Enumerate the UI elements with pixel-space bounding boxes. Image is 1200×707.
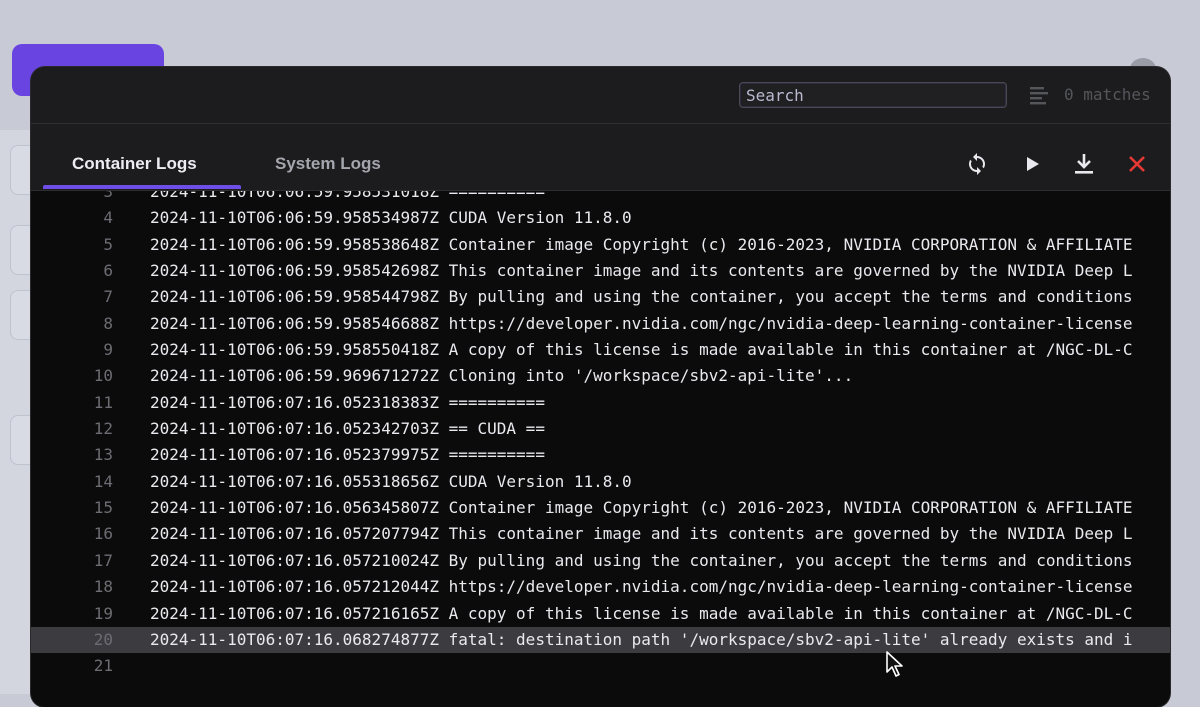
line-number: 4	[103, 208, 113, 228]
line-number: 6	[103, 261, 113, 281]
log-row[interactable]: 15 2024-11-10T06:07:16.056345807Z Contain…	[31, 495, 1170, 521]
log-line-text: 2024-11-10T06:06:59.958542698Z This cont…	[150, 261, 1133, 281]
close-button[interactable]	[1124, 151, 1150, 177]
background-sidebar	[0, 130, 30, 694]
line-number: 7	[103, 287, 113, 307]
logs-modal: 0 matches Container Logs System Logs	[31, 67, 1170, 707]
close-icon	[1129, 156, 1145, 172]
log-row[interactable]: 19 2024-11-10T06:07:16.057216165Z A copy …	[31, 601, 1170, 627]
log-row[interactable]: 16 2024-11-10T06:07:16.057207794Z This co…	[31, 521, 1170, 547]
log-row[interactable]: 9 2024-11-10T06:06:59.958550418Z A copy o…	[31, 337, 1170, 363]
log-row[interactable]: 10 2024-11-10T06:06:59.969671272Z Cloning…	[31, 363, 1170, 389]
log-line-text: 2024-11-10T06:06:59.958531018Z =========…	[150, 191, 545, 201]
download-button[interactable]	[1071, 151, 1097, 177]
log-line-text: 2024-11-10T06:07:16.057210024Z By pullin…	[150, 550, 1133, 570]
line-number: 3	[103, 191, 113, 201]
log-line-text: 2024-11-10T06:07:16.052318383Z =========…	[150, 392, 545, 412]
log-line-text: 2024-11-10T06:07:16.055318656Z CUDA Vers…	[150, 471, 632, 491]
refresh-icon	[969, 153, 985, 175]
tab-system-logs[interactable]: System Logs	[275, 154, 381, 174]
log-row[interactable]: 7 2024-11-10T06:06:59.958544798Z By pulli…	[31, 284, 1170, 310]
log-viewer[interactable]: 3 2024-11-10T06:06:59.958531018Z ========…	[31, 191, 1170, 707]
lines-icon	[1030, 87, 1048, 105]
tab-container-logs[interactable]: Container Logs	[72, 154, 197, 174]
line-number: 13	[93, 445, 113, 465]
log-row[interactable]: 14 2024-11-10T06:07:16.055318656Z CUDA Ve…	[31, 469, 1170, 495]
log-list: 3 2024-11-10T06:06:59.958531018Z ========…	[31, 191, 1170, 680]
line-number: 16	[93, 524, 113, 544]
line-number: 8	[103, 313, 113, 333]
log-row[interactable]: 11 2024-11-10T06:07:16.052318383Z =======…	[31, 390, 1170, 416]
log-row[interactable]: 6 2024-11-10T06:06:59.958542698Z This con…	[31, 258, 1170, 284]
log-line-text: 2024-11-10T06:07:16.056345807Z Container…	[150, 498, 1133, 518]
line-number: 5	[103, 234, 113, 254]
refresh-button[interactable]	[964, 151, 990, 177]
log-line-text: 2024-11-10T06:06:59.958538648Z Container…	[150, 234, 1133, 254]
line-number: 15	[93, 498, 113, 518]
play-icon	[1027, 157, 1039, 171]
active-tab-indicator	[43, 185, 241, 189]
log-line-text: 2024-11-10T06:06:59.969671272Z Cloning i…	[150, 366, 854, 386]
log-line-text: 2024-11-10T06:07:16.052342703Z == CUDA =…	[150, 419, 545, 439]
line-number: 14	[93, 471, 113, 491]
line-number: 11	[93, 392, 113, 412]
line-number: 10	[93, 366, 113, 386]
match-count: 0 matches	[1064, 85, 1151, 104]
log-line-text: 2024-11-10T06:07:16.068274877Z fatal: de…	[150, 629, 1133, 649]
log-row[interactable]: 17 2024-11-10T06:07:16.057210024Z By pull…	[31, 548, 1170, 574]
log-row[interactable]: 18 2024-11-10T06:07:16.057212044Z https:/…	[31, 574, 1170, 600]
log-line-text: 2024-11-10T06:06:59.958550418Z A copy of…	[150, 340, 1133, 360]
log-line-text: 2024-11-10T06:06:59.958546688Z https://d…	[150, 313, 1133, 333]
line-number: 18	[93, 577, 113, 597]
log-line-text: 2024-11-10T06:07:16.057212044Z https://d…	[150, 577, 1133, 597]
download-icon	[1075, 154, 1093, 174]
log-line-text: 2024-11-10T06:06:59.958534987Z CUDA Vers…	[150, 208, 632, 228]
line-number: 12	[93, 419, 113, 439]
line-number: 17	[93, 550, 113, 570]
log-row[interactable]: 20 2024-11-10T06:07:16.068274877Z fatal: …	[31, 626, 1170, 654]
log-row[interactable]: 4 2024-11-10T06:06:59.958534987Z CUDA Ver…	[31, 205, 1170, 231]
log-line-text: 2024-11-10T06:07:16.057207794Z This cont…	[150, 524, 1133, 544]
log-line-text: 2024-11-10T06:06:59.958544798Z By pullin…	[150, 287, 1133, 307]
log-row[interactable]: 21	[31, 653, 1170, 679]
log-row[interactable]: 3 2024-11-10T06:06:59.958531018Z ========…	[31, 191, 1170, 205]
search-bar: 0 matches	[31, 67, 1170, 124]
log-row[interactable]: 12 2024-11-10T06:07:16.052342703Z == CUDA…	[31, 416, 1170, 442]
tab-bar: Container Logs System Logs	[31, 124, 1170, 191]
log-row[interactable]: 13 2024-11-10T06:07:16.052379975Z =======…	[31, 442, 1170, 468]
line-number: 19	[93, 603, 113, 623]
log-line-text: 2024-11-10T06:07:16.052379975Z =========…	[150, 445, 545, 465]
line-number: 9	[103, 340, 113, 360]
line-number: 20	[93, 629, 113, 649]
log-row[interactable]: 8 2024-11-10T06:06:59.958546688Z https://…	[31, 311, 1170, 337]
log-row[interactable]: 5 2024-11-10T06:06:59.958538648Z Containe…	[31, 232, 1170, 258]
search-input[interactable]	[739, 82, 1007, 108]
log-line-text: 2024-11-10T06:07:16.057216165Z A copy of…	[150, 603, 1133, 623]
line-number: 21	[93, 656, 113, 676]
play-button[interactable]	[1019, 151, 1045, 177]
